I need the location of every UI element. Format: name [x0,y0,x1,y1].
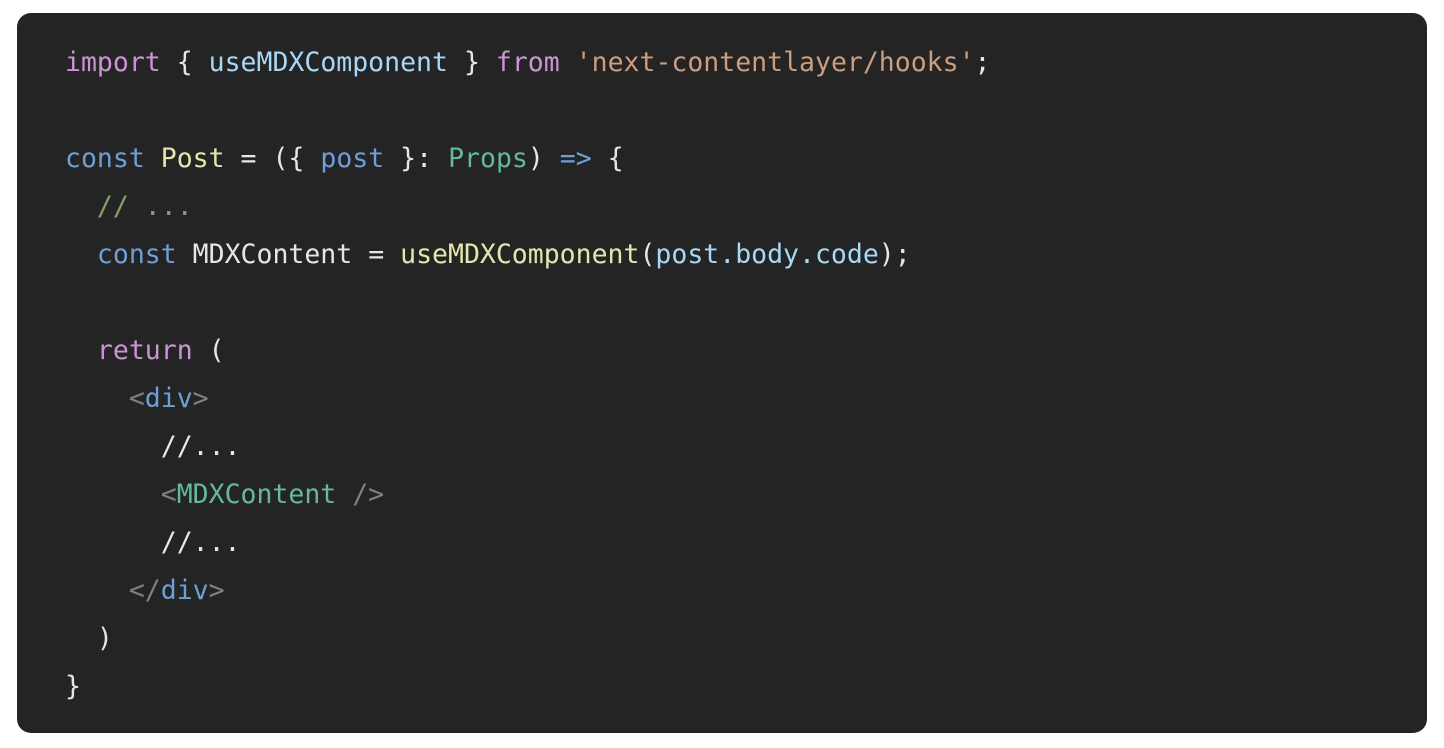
code-token-plain: ({ [272,143,305,174]
code-token-const: const [65,143,145,174]
code-line-3: const Post = ({ post }: Props) => { [65,135,1395,183]
code-line-4: // ... [65,183,1395,231]
code-token-plain: MDXContent [192,239,353,270]
code-token-const: div [144,383,193,414]
code-token-plain: //... [160,527,241,558]
code-token-plain: } [65,671,81,702]
code-line-5: const MDXContent = useMDXComponent(post.… [65,231,1395,279]
code-token-plain: : [416,143,433,174]
code-token-ident: post.body.code [655,239,879,270]
code-token-comment: // ... [96,191,193,222]
code-block[interactable]: import { useMDXComponent } from 'next-co… [17,39,1427,711]
code-token-plain: = [368,239,385,270]
code-token-type: Props [448,143,528,174]
code-line-10: <MDXContent /> [65,471,1395,519]
code-token-tagbr: /> [352,479,385,510]
code-token-plain: ( [208,335,225,366]
code-line-1: import { useMDXComponent } from 'next-co… [65,39,1395,87]
code-token-plain: = [240,143,257,174]
code-token-keyword: from [495,47,560,78]
code-token-keyword: import [65,47,161,78]
code-token-func: useMDXComponent [400,239,640,270]
code-token-keyword: return [96,335,193,366]
code-line-7: return ( [65,327,1395,375]
code-line-14: } [65,663,1395,711]
code-line-9: //... [65,423,1395,471]
code-snippet-card: import { useMDXComponent } from 'next-co… [17,13,1427,733]
code-token-tagbr: > [192,383,209,414]
code-token-type: MDXContent [176,479,337,510]
code-token-ident: useMDXComponent [208,47,448,78]
code-token-const: const [96,239,177,270]
code-token-plain: { [607,143,624,174]
code-token-plain: ( [639,239,656,270]
code-token-string: 'next-contentlayer/hooks' [575,47,975,78]
code-token-tagbr: < [128,383,145,414]
code-token-const: => [559,143,592,174]
code-token-plain: } [463,47,480,78]
code-token-plain: ; [974,47,991,78]
code-line-11: //... [65,519,1395,567]
code-line-12: </div> [65,567,1395,615]
code-line-8: <div> [65,375,1395,423]
code-token-tagbr: < [160,479,177,510]
code-token-plain: ) [96,623,113,654]
code-token-plain: //... [160,431,241,462]
code-token-tagbr: > [208,575,225,606]
code-token-plain: { [176,47,193,78]
code-token-plain: ) [527,143,544,174]
code-token-tagbr: </ [128,575,161,606]
code-token-const: post [320,143,385,174]
code-token-func: Post [160,143,225,174]
code-token-plain: ) [878,239,895,270]
code-token-plain: } [400,143,417,174]
code-token-plain: ; [894,239,911,270]
code-line-13: ) [65,615,1395,663]
code-token-const: div [160,575,209,606]
